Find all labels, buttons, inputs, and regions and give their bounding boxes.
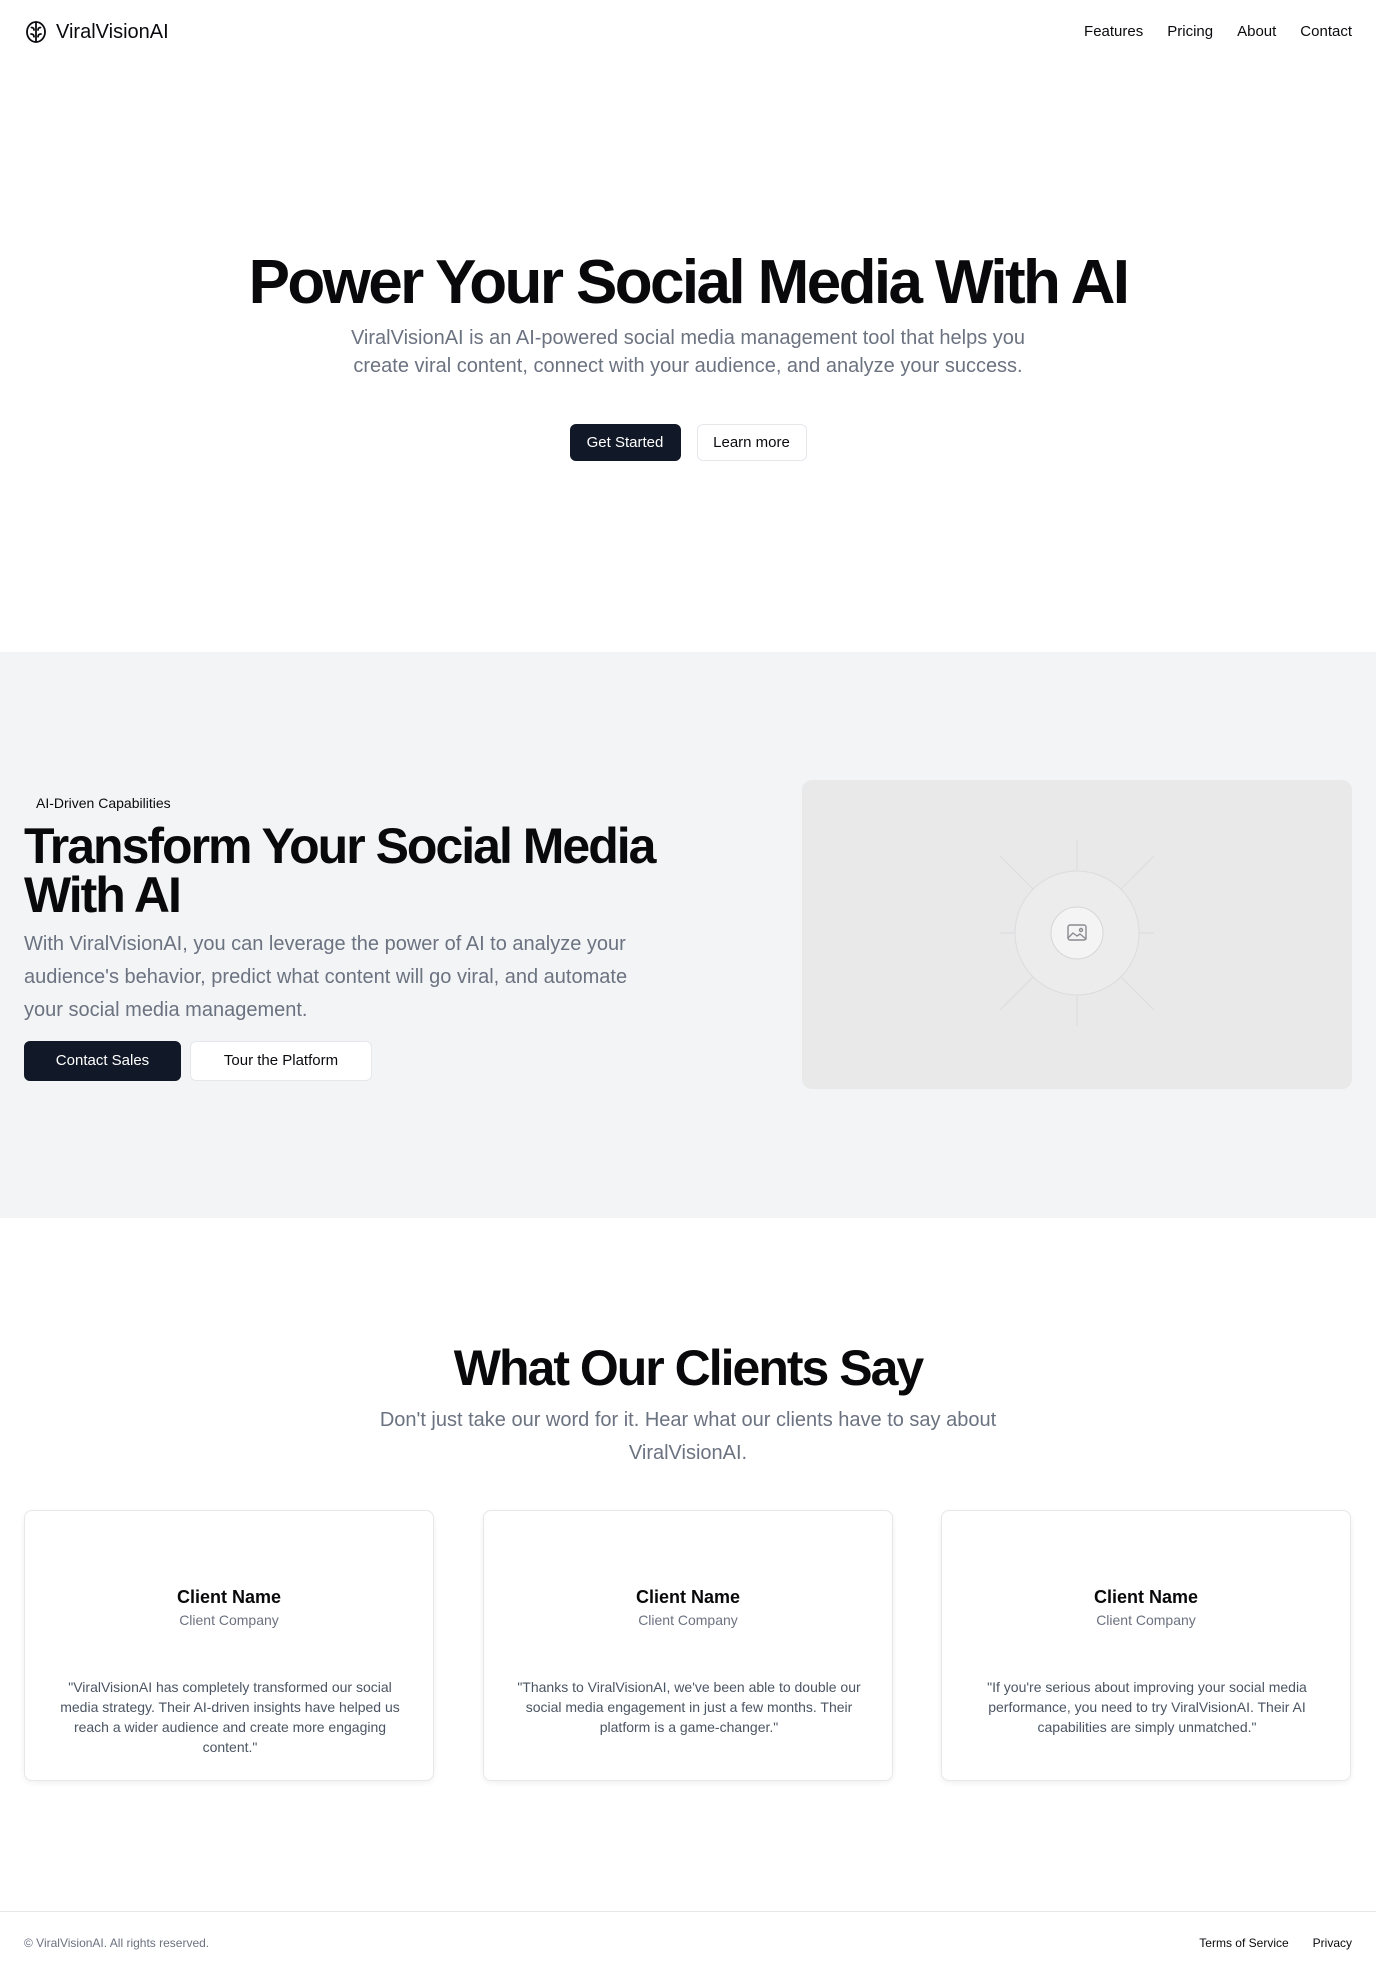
feature-image-placeholder: [802, 780, 1352, 1089]
brand-link[interactable]: ViralVisionAI: [24, 18, 169, 46]
testimonials-title: What Our Clients Say: [453, 1340, 924, 1396]
client-name: Client Name: [635, 1587, 741, 1607]
nav-link-about[interactable]: About: [1237, 22, 1276, 42]
feature-description: With ViralVisionAI, you can leverage the…: [24, 933, 628, 1021]
main-nav: Features Pricing About Contact: [1084, 22, 1352, 42]
hero-actions: Get Started Learn more: [0, 424, 1376, 461]
hero-section: Power Your Social Media With AI ViralVis…: [0, 64, 1376, 652]
client-name: Client Name: [176, 1587, 282, 1607]
brand-name: ViralVisionAI: [56, 21, 169, 43]
nav-link-contact[interactable]: Contact: [1300, 22, 1352, 42]
feature-section: AI-Driven Capabilities Transform Your So…: [0, 652, 1376, 1218]
testimonial-quote: "If you're serious about improving your …: [987, 1679, 1307, 1735]
terms-of-service-link[interactable]: Terms of Service: [1199, 1935, 1288, 1951]
testimonials-subtitle: Don't just take our word for it. Hear wh…: [379, 1409, 997, 1464]
feature-eyebrow-badge: AI-Driven Capabilities: [24, 788, 183, 818]
client-name: Client Name: [1093, 1587, 1199, 1607]
site-footer: © ViralVisionAI. All rights reserved. Te…: [0, 1911, 1376, 1975]
nav-link-pricing[interactable]: Pricing: [1167, 22, 1213, 42]
client-company: Client Company: [638, 1612, 738, 1628]
testimonials-section: What Our Clients Say Don't just take our…: [0, 1218, 1376, 1911]
hero-title: Power Your Social Media With AI: [248, 248, 1130, 317]
site-header: ViralVisionAI Features Pricing About Con…: [0, 0, 1376, 64]
feature-title: Transform Your Social Media With AI: [24, 818, 656, 923]
privacy-link[interactable]: Privacy: [1313, 1935, 1352, 1951]
contact-sales-button[interactable]: Contact Sales: [24, 1041, 181, 1081]
testimonial-card: Client Name Client Company "If you're se…: [941, 1510, 1351, 1781]
testimonial-quote: "Thanks to ViralVisionAI, we've been abl…: [517, 1679, 861, 1735]
image-placeholder-icon: [999, 840, 1155, 1026]
copyright-text: © ViralVisionAI. All rights reserved.: [24, 1936, 210, 1950]
learn-more-button[interactable]: Learn more: [696, 424, 807, 461]
brain-icon: [26, 21, 46, 43]
client-company: Client Company: [179, 1612, 279, 1628]
testimonial-card: Client Name Client Company "ViralVisionA…: [24, 1510, 434, 1781]
client-company: Client Company: [1096, 1612, 1196, 1628]
tour-platform-button[interactable]: Tour the Platform: [190, 1041, 372, 1081]
feature-actions: Contact Sales Tour the Platform: [24, 1041, 372, 1081]
nav-link-features[interactable]: Features: [1084, 22, 1143, 42]
footer-nav: Terms of Service Privacy: [1199, 1935, 1352, 1951]
testimonial-card: Client Name Client Company "Thanks to Vi…: [483, 1510, 893, 1781]
testimonial-quote: "ViralVisionAI has completely transforme…: [60, 1679, 400, 1755]
get-started-button[interactable]: Get Started: [569, 424, 681, 461]
hero-subtitle: ViralVisionAI is an AI-powered social me…: [350, 327, 1026, 377]
